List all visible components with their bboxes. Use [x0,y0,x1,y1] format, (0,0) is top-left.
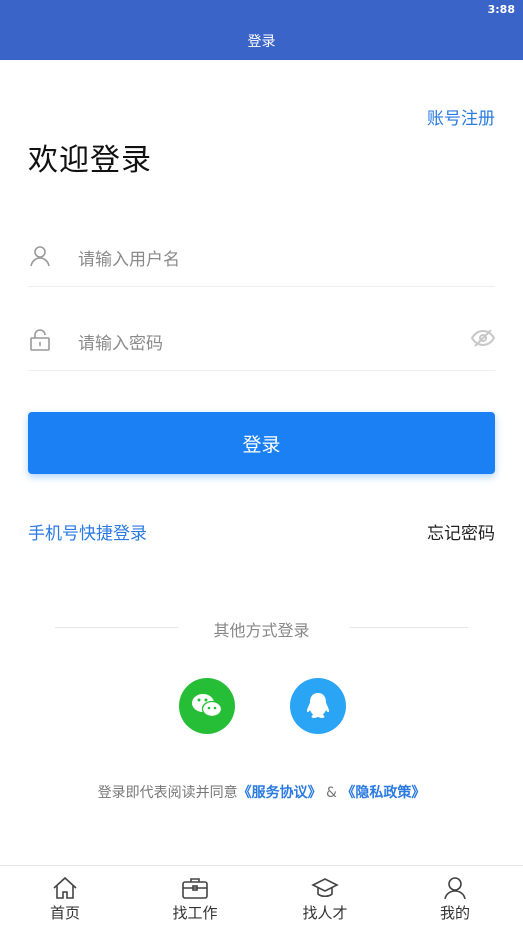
tab-find-job-label: 找工作 [172,904,218,922]
other-methods-label: 其他方式登录 [213,621,310,640]
password-placeholder[interactable]: 请输入密码 [78,329,163,354]
username-placeholder[interactable]: 请输入用户名 [78,245,180,270]
tab-find-job[interactable]: 找工作 [155,872,235,932]
briefcase-icon [182,878,208,899]
status-bar: 3:88 [0,0,523,22]
eye-off-icon[interactable] [471,326,495,350]
privacy-policy-link[interactable]: 《隐私政策》 [341,785,425,801]
register-link[interactable]: 账号注册 [427,104,495,129]
tab-find-talent[interactable]: 找人才 [285,872,365,932]
forgot-password-link[interactable]: 忘记密码 [427,519,495,544]
tab-home[interactable]: 首页 [25,872,105,932]
phone-login-link[interactable]: 手机号快捷登录 [28,519,147,544]
lock-icon [30,329,50,351]
tab-profile-label: 我的 [439,904,470,922]
username-field[interactable]: 请输入用户名 [28,226,495,287]
header-bar: 登录 [0,22,523,60]
service-agreement-link[interactable]: 《服务协议》 [238,785,322,801]
home-icon [53,876,77,899]
tab-home-label: 首页 [49,904,80,922]
password-field[interactable]: 请输入密码 [28,310,495,371]
user-icon [30,246,50,267]
tab-profile[interactable]: 我的 [415,872,495,932]
agreement-prefix: 登录即代表阅读并同意 [97,785,238,801]
qq-login-button[interactable] [290,678,346,734]
agreement-amp: & [321,785,342,801]
page-title: 登录 [247,34,276,50]
profile-icon [444,877,466,900]
graduation-cap-icon [311,878,339,898]
wechat-login-button[interactable] [179,678,235,734]
tab-find-talent-label: 找人才 [302,904,348,922]
login-button[interactable]: 登录 [28,412,495,474]
welcome-heading: 欢迎登录 [28,143,152,178]
bottom-tab-bar: 首页 找工作 找人才 我的 [0,865,523,936]
status-time: 3:88 [487,3,515,16]
qq-icon [307,693,329,718]
agreement-text: 登录即代表阅读并同意《服务协议》 & 《隐私政策》 [0,782,523,802]
wechat-icon [192,694,223,718]
